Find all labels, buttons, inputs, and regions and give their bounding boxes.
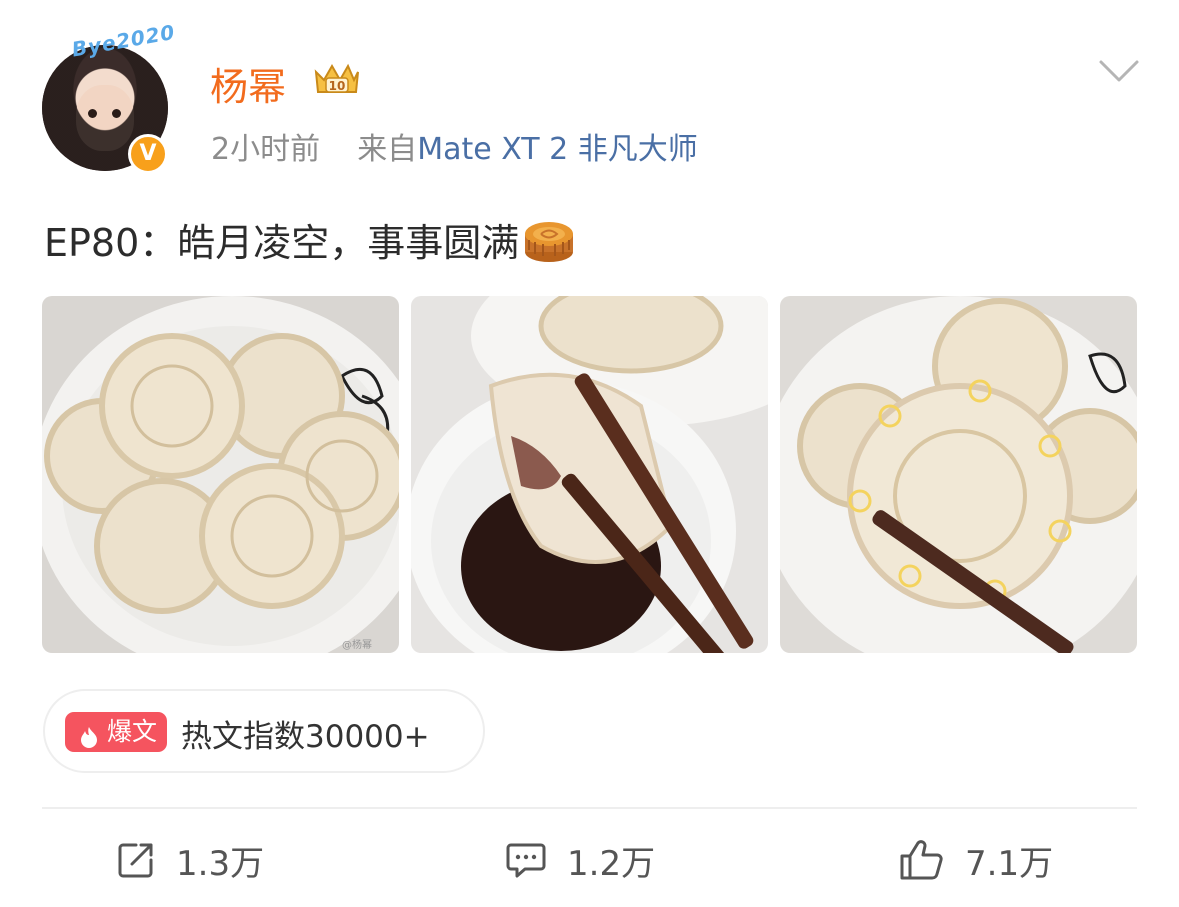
comment-count: 1.2万: [567, 843, 656, 884]
repost-count: 1.3万: [176, 843, 265, 884]
thumbs-up-icon: [900, 840, 943, 880]
username[interactable]: 杨幂: [210, 56, 286, 111]
post-time: 2小时前: [211, 132, 321, 167]
verified-icon: V: [128, 134, 168, 174]
post-source[interactable]: Mate XT 2 非凡大师: [417, 132, 698, 167]
like-button[interactable]: 7.1万: [899, 835, 1053, 885]
hot-tag: 爆文: [65, 712, 167, 752]
comment-button[interactable]: 1.2万: [505, 835, 655, 885]
post-image-2[interactable]: [411, 296, 768, 653]
image-watermark: @杨幂: [342, 638, 372, 651]
crown-vip-icon[interactable]: 10: [310, 58, 362, 98]
hot-tag-label: 爆文: [107, 717, 158, 746]
comment-icon: [506, 843, 546, 878]
flame-icon: [77, 721, 101, 748]
hot-index-text: 热文指数30000+: [181, 719, 430, 755]
post-text: EP80：皓月凌空，事事圆满: [44, 212, 577, 267]
post-image-3[interactable]: [780, 296, 1137, 653]
repost-button[interactable]: 1.3万: [116, 835, 264, 885]
share-icon: [118, 843, 153, 878]
source-prefix: 来自: [357, 132, 418, 167]
hot-article-badge[interactable]: 爆文 热文指数30000+: [43, 689, 485, 773]
like-count: 7.1万: [965, 843, 1054, 884]
chevron-down-icon[interactable]: [1097, 56, 1141, 86]
vip-level-label: 10: [329, 79, 346, 93]
post-meta: 2小时前 来自Mate XT 2 非凡大师: [211, 124, 698, 168]
post-image-1[interactable]: @杨幂: [42, 296, 399, 653]
post-body: EP80：皓月凌空，事事圆满: [44, 221, 520, 265]
mooncake-emoji-icon: [521, 214, 577, 266]
divider: [42, 807, 1137, 809]
